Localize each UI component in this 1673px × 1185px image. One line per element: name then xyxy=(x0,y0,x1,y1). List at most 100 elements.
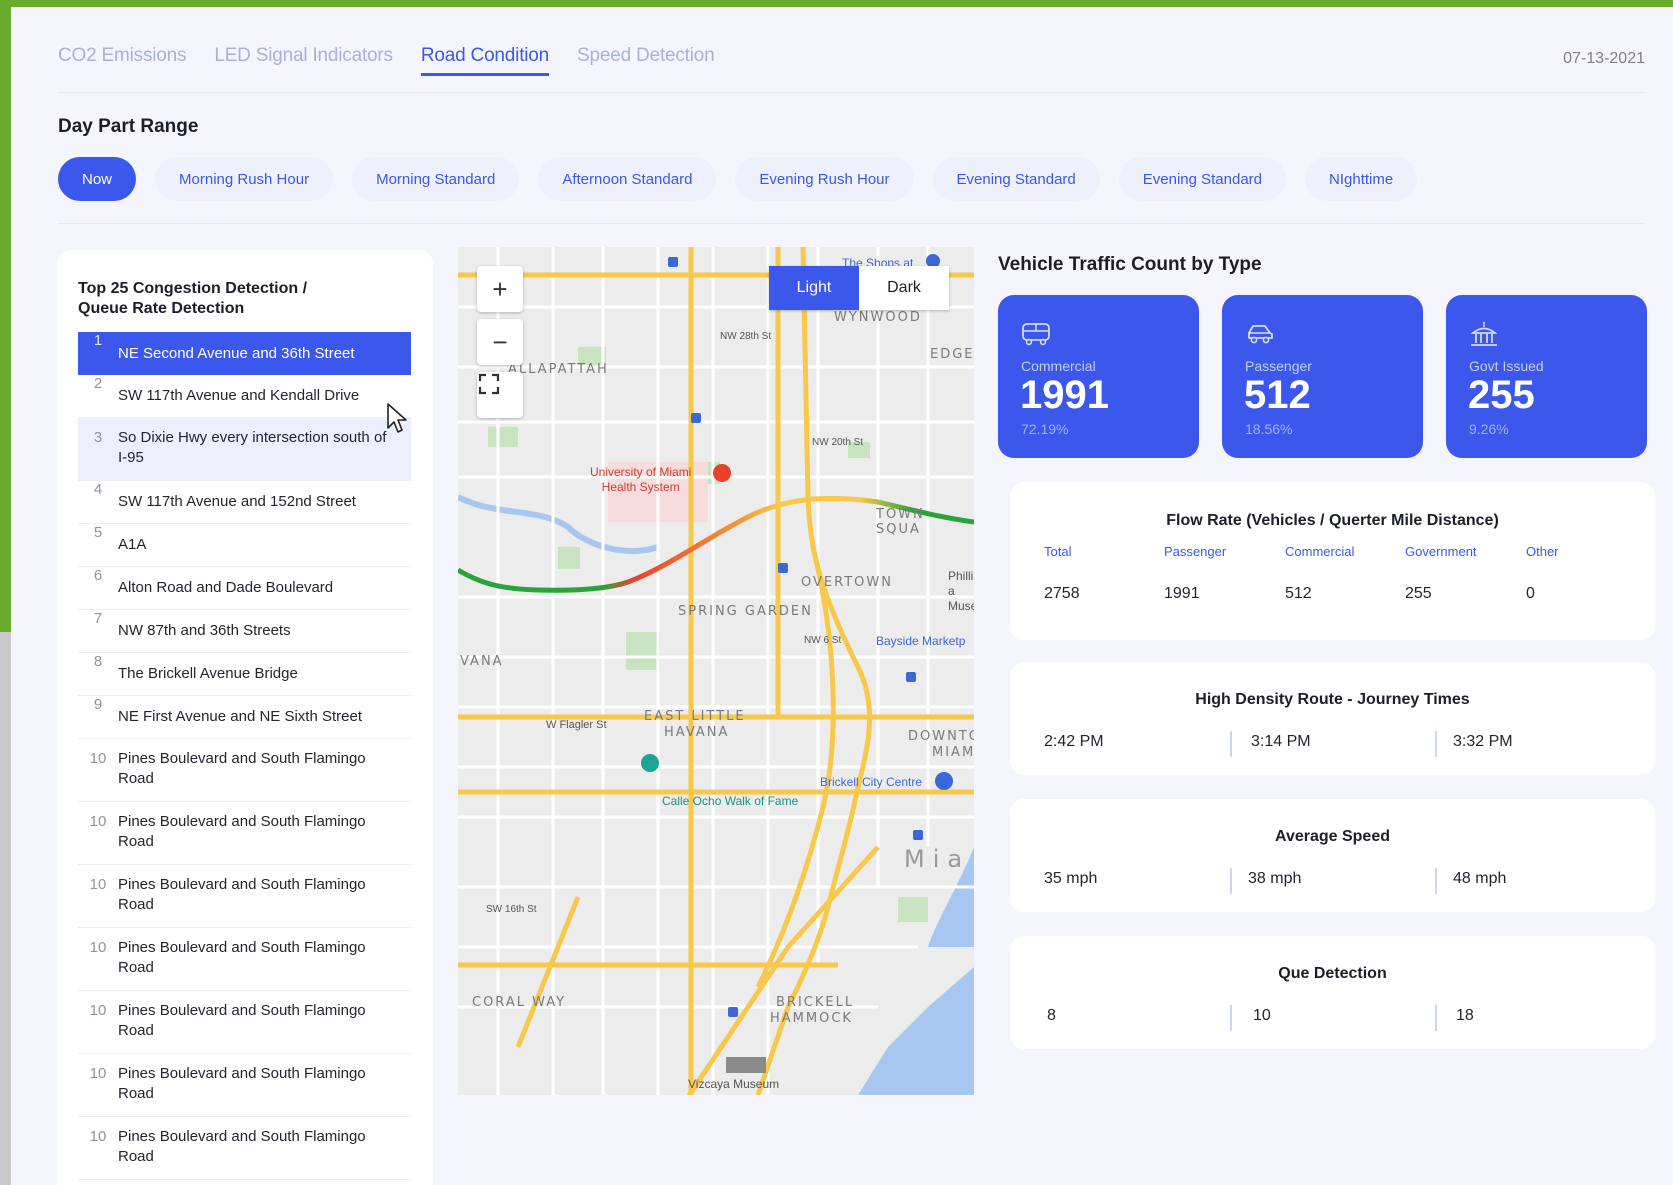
map-label-downtown-2: MIAM xyxy=(932,745,974,760)
list-item[interactable]: 5 A1A xyxy=(78,524,411,567)
list-item-rank: 10 xyxy=(89,876,107,893)
list-item-rank: 10 xyxy=(89,750,107,767)
day-part-chips: Now Morning Rush Hour Morning Standard A… xyxy=(58,157,1418,201)
list-item[interactable]: 10 Pines Boulevard and South Flamingo Roa… xyxy=(78,739,411,802)
map-poi-vizcaya: Vizcaya Museum xyxy=(688,1077,780,1091)
map-street-nw28: NW 28th St xyxy=(720,331,772,342)
tab-co2-emissions[interactable]: CO2 Emissions xyxy=(58,45,187,76)
traffic-map[interactable]: WYNWOOD ALLAPATTAH EDGE TOWN SQUA OVERTO… xyxy=(458,247,974,1095)
column-divider xyxy=(1435,868,1437,894)
map-poi-label-line-1: University of Miami xyxy=(590,465,692,479)
list-item[interactable]: 6 Alton Road and Dade Boulevard xyxy=(78,567,411,610)
list-item[interactable]: 2 SW 117th Avenue and Kendall Drive xyxy=(78,375,411,418)
bus-icon xyxy=(1022,323,1050,346)
vehicle-card-label: Passenger xyxy=(1245,358,1312,374)
que-detection-panel: Que Detection 8 10 18 xyxy=(1010,936,1655,1049)
list-item-label: Pines Boulevard and South Flamingo Road xyxy=(118,750,366,787)
list-item-label: Pines Boulevard and South Flamingo Road xyxy=(118,1128,366,1165)
map-label-overtown: OVERTOWN xyxy=(801,575,893,590)
list-item-rank: 4 xyxy=(93,481,103,498)
vehicle-card-passenger: Passenger 512 18.56% xyxy=(1222,295,1423,458)
journey-time-2: 3:14 PM xyxy=(1251,733,1311,750)
chip-nighttime[interactable]: NIghttime xyxy=(1305,157,1418,201)
list-item[interactable]: 10 Pines Boulevard and South Flamingo Roa… xyxy=(78,1117,411,1180)
list-item-rank: 2 xyxy=(93,375,103,392)
list-item-label: Alton Road and Dade Boulevard xyxy=(118,579,334,596)
map-theme-light-button[interactable]: Light xyxy=(769,266,859,310)
map-poi-label-line-1: Phillip a xyxy=(948,569,974,598)
list-item[interactable]: 1 NE Second Avenue and 36th Street xyxy=(78,332,411,375)
flow-rate-header-passenger: Passenger xyxy=(1164,544,1227,559)
government-building-icon xyxy=(1470,322,1498,346)
list-item-rank: 1 xyxy=(93,332,103,349)
list-item[interactable]: 9 NE First Avenue and NE Sixth Street xyxy=(78,696,411,739)
zoom-out-button[interactable]: − xyxy=(477,319,523,365)
tab-bar: CO2 Emissions LED Signal Indicators Road… xyxy=(58,45,715,76)
congestion-list: 1 NE Second Avenue and 36th Street 2 SW 11… xyxy=(78,332,411,1180)
list-item-rank: 10 xyxy=(89,813,107,830)
fullscreen-icon xyxy=(478,373,500,395)
list-item[interactable]: 10 Pines Boulevard and South Flamingo Roa… xyxy=(78,865,411,928)
list-item[interactable]: 10 Pines Boulevard and South Flamingo Roa… xyxy=(78,928,411,991)
list-item-label: Pines Boulevard and South Flamingo Road xyxy=(118,1002,366,1039)
average-speed-1: 35 mph xyxy=(1044,870,1098,887)
map-street-nw6: NW 6 St xyxy=(804,635,842,646)
vehicle-card-percent: 18.56% xyxy=(1245,421,1293,437)
map-street-sw16: SW 16th St xyxy=(486,904,537,915)
map-poi-bayside: Bayside Marketp xyxy=(876,634,966,648)
list-item[interactable]: 8 The Brickell Avenue Bridge xyxy=(78,653,411,696)
column-divider xyxy=(1230,868,1232,894)
list-item[interactable]: 4 SW 117th Avenue and 152nd Street xyxy=(78,481,411,524)
average-speed-panel: Average Speed 35 mph 38 mph 48 mph xyxy=(1010,799,1655,912)
list-item-rank: 8 xyxy=(93,653,103,670)
flow-rate-panel: Flow Rate (Vehicles / Querter Mile Dista… xyxy=(1010,482,1655,640)
journey-times-title: High Density Route - Journey Times xyxy=(1195,691,1470,708)
list-item[interactable]: 10 Pines Boulevard and South Flamingo Roa… xyxy=(78,991,411,1054)
chip-morning-rush-hour[interactable]: Morning Rush Hour xyxy=(155,157,334,201)
list-item-rank: 3 xyxy=(93,429,103,446)
list-item[interactable]: 7 NW 87th and 36th Streets xyxy=(78,610,411,653)
chip-evening-standard-2[interactable]: Evening Standard xyxy=(1118,157,1287,201)
chip-afternoon-standard[interactable]: Afternoon Standard xyxy=(538,157,717,201)
vehicle-card-commercial: Commercial 1991 72.19% xyxy=(998,295,1199,458)
window-left-border xyxy=(0,0,11,632)
map-theme-dark-button[interactable]: Dark xyxy=(859,266,949,310)
map-label-miami: Mia xyxy=(904,845,971,873)
tab-led-signal-indicators[interactable]: LED Signal Indicators xyxy=(214,45,393,76)
list-item[interactable]: 10 Pines Boulevard and South Flamingo Roa… xyxy=(78,1054,411,1117)
chip-morning-standard[interactable]: Morning Standard xyxy=(352,157,520,201)
flow-rate-header-commercial: Commercial xyxy=(1285,544,1355,559)
flow-rate-value-passenger: 1991 xyxy=(1164,585,1200,602)
vehicle-card-value: 255 xyxy=(1468,373,1535,417)
zoom-in-button[interactable]: + xyxy=(477,266,523,312)
column-divider xyxy=(1230,1005,1232,1031)
congestion-title-line-1: Top 25 Congestion Detection / xyxy=(78,280,308,297)
list-item-rank: 9 xyxy=(93,696,103,713)
dashboard: CO2 Emissions LED Signal Indicators Road… xyxy=(11,7,1673,1185)
map-street-nw20: NW 20th St xyxy=(812,437,864,448)
list-item[interactable]: 3 So Dixie Hwy every intersection south o… xyxy=(78,418,411,481)
car-icon xyxy=(1248,325,1273,344)
map-label-coral-way: CORAL WAY xyxy=(472,995,567,1010)
chip-now[interactable]: Now xyxy=(58,157,137,201)
map-poi-phillip-museum: Phillip a Muse xyxy=(948,569,974,614)
fullscreen-button[interactable] xyxy=(477,372,523,418)
list-item-label: A1A xyxy=(118,536,147,553)
map-label-brickell-2: HAMMOCK xyxy=(770,1011,853,1026)
flow-rate-value-other: 0 xyxy=(1526,585,1535,602)
flow-rate-header-government: Government xyxy=(1405,544,1477,559)
chip-evening-rush-hour[interactable]: Evening Rush Hour xyxy=(735,157,914,201)
tab-speed-detection[interactable]: Speed Detection xyxy=(577,45,715,76)
vehicle-card-percent: 9.26% xyxy=(1469,421,1509,437)
current-date: 07-13-2021 xyxy=(1563,50,1645,67)
average-speed-3: 48 mph xyxy=(1453,870,1507,887)
flow-rate-value-government: 255 xyxy=(1405,585,1432,602)
list-item-label: SW 117th Avenue and Kendall Drive xyxy=(118,387,360,404)
chip-evening-standard[interactable]: Evening Standard xyxy=(932,157,1100,201)
list-item-rank: 10 xyxy=(89,1002,107,1019)
list-item[interactable]: 10 Pines Boulevard and South Flamingo Roa… xyxy=(78,802,411,865)
map-label-town-square: TOWN SQUA xyxy=(876,507,925,537)
vehicle-card-govt-issued: Govt Issued 255 9.26% xyxy=(1446,295,1647,458)
vehicle-traffic-title: Vehicle Traffic Count by Type xyxy=(998,254,1262,275)
tab-road-condition[interactable]: Road Condition xyxy=(420,45,549,76)
